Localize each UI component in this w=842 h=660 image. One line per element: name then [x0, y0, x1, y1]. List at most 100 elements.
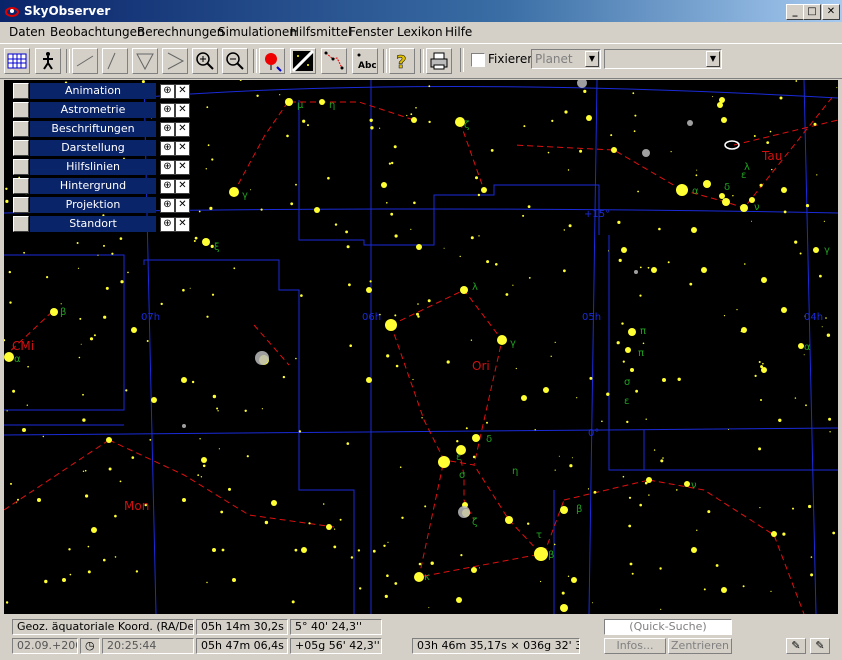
- sky-map[interactable]: CMi Ori Mon Tau 07h 06h 05h 04h +15° 0° μ η ζ γ ξ β α λ γ π…: [4, 80, 838, 614]
- close-icon[interactable]: ✕: [175, 160, 190, 175]
- nebula[interactable]: [642, 149, 650, 157]
- panel-label[interactable]: Projektion: [30, 197, 156, 213]
- pencil-icon[interactable]: [13, 121, 29, 137]
- help-button[interactable]: ?: [389, 48, 415, 74]
- pencil-icon[interactable]: [13, 197, 29, 213]
- star[interactable]: [630, 368, 634, 372]
- star[interactable]: [414, 572, 424, 582]
- star[interactable]: [460, 286, 468, 294]
- star[interactable]: [586, 115, 592, 121]
- panel-label[interactable]: Darstellung: [30, 140, 156, 156]
- sky-button[interactable]: [290, 48, 316, 74]
- close-icon[interactable]: ✕: [175, 198, 190, 213]
- star[interactable]: [781, 187, 787, 193]
- line-tool-button[interactable]: [72, 48, 98, 74]
- star[interactable]: [521, 395, 527, 401]
- star[interactable]: [560, 506, 568, 514]
- star[interactable]: [691, 227, 697, 233]
- star[interactable]: [4, 352, 14, 362]
- star[interactable]: [131, 327, 137, 333]
- center-button[interactable]: Zentrieren: [668, 638, 732, 654]
- panel-expand-icon[interactable]: ⊕: [160, 122, 175, 137]
- star[interactable]: [761, 277, 767, 283]
- star[interactable]: [416, 244, 422, 250]
- nebula[interactable]: [634, 270, 638, 274]
- triangle-down-tool-button[interactable]: [132, 48, 158, 74]
- star[interactable]: [50, 308, 58, 316]
- panel-label[interactable]: Hintergrund: [30, 178, 156, 194]
- panel-animation[interactable]: Animation ⊕ ✕: [13, 83, 190, 99]
- pencil-icon[interactable]: [13, 83, 29, 99]
- edit-pencil-icon[interactable]: ✎: [810, 638, 830, 654]
- nebula[interactable]: [458, 506, 470, 518]
- panel-expand-icon[interactable]: ⊕: [160, 160, 175, 175]
- close-button[interactable]: ✕: [822, 4, 840, 20]
- maximize-button[interactable]: □: [803, 4, 821, 20]
- menu-hilfe[interactable]: Hilfe: [445, 25, 472, 39]
- chevron-down-icon[interactable]: ▼: [706, 51, 720, 67]
- zoom-out-button[interactable]: [222, 48, 248, 74]
- chevron-down-icon[interactable]: ▼: [585, 51, 599, 67]
- star[interactable]: [106, 437, 112, 443]
- star[interactable]: [471, 567, 477, 573]
- infos-button[interactable]: Infos...: [604, 638, 666, 654]
- close-icon[interactable]: ✕: [175, 84, 190, 99]
- observer-button[interactable]: [35, 48, 61, 74]
- star[interactable]: [722, 198, 730, 206]
- close-icon[interactable]: ✕: [175, 103, 190, 118]
- close-icon[interactable]: ✕: [175, 122, 190, 137]
- star[interactable]: [481, 187, 487, 193]
- star[interactable]: [628, 328, 636, 336]
- star[interactable]: [560, 604, 568, 612]
- print-button[interactable]: [426, 48, 452, 74]
- panel-beschriftungen[interactable]: Beschriftungen ⊕ ✕: [13, 121, 190, 137]
- star[interactable]: [456, 597, 462, 603]
- star[interactable]: [202, 238, 210, 246]
- star[interactable]: [151, 397, 157, 403]
- panel-expand-icon[interactable]: ⊕: [160, 198, 175, 213]
- star[interactable]: [62, 578, 66, 582]
- star[interactable]: [366, 287, 372, 293]
- label-button[interactable]: Abc: [352, 48, 378, 74]
- star[interactable]: [22, 428, 26, 432]
- star[interactable]: [701, 267, 707, 273]
- star[interactable]: [625, 347, 631, 353]
- star[interactable]: [662, 378, 666, 382]
- star[interactable]: [285, 98, 293, 106]
- star[interactable]: [271, 500, 277, 506]
- star[interactable]: [91, 527, 97, 533]
- star[interactable]: [381, 182, 387, 188]
- eye-icon[interactable]: [724, 140, 740, 150]
- star[interactable]: [691, 547, 697, 553]
- clock-icon[interactable]: ◷: [80, 638, 100, 654]
- fix-object-select[interactable]: ▼: [604, 49, 722, 69]
- star[interactable]: [319, 99, 325, 105]
- star[interactable]: [301, 547, 307, 553]
- star[interactable]: [719, 97, 725, 103]
- nebula[interactable]: [255, 351, 269, 365]
- star[interactable]: [181, 377, 187, 383]
- panel-projektion[interactable]: Projektion ⊕ ✕: [13, 197, 190, 213]
- star[interactable]: [813, 247, 819, 253]
- star[interactable]: [721, 587, 727, 593]
- fix-type-select[interactable]: Planet ▼: [531, 49, 601, 69]
- star[interactable]: [385, 319, 397, 331]
- menu-fenster[interactable]: Fenster: [349, 25, 394, 39]
- panel-expand-icon[interactable]: ⊕: [160, 103, 175, 118]
- menu-berechnungen[interactable]: Berechnungen: [137, 25, 224, 39]
- star[interactable]: [676, 184, 688, 196]
- star[interactable]: [497, 335, 507, 345]
- planet-button[interactable]: [259, 48, 285, 74]
- edit-pencil-icon[interactable]: ✎: [786, 638, 806, 654]
- panel-hilfslinien[interactable]: Hilfslinien ⊕ ✕: [13, 159, 190, 175]
- time-field[interactable]: 20:25:44: [102, 638, 194, 654]
- star[interactable]: [472, 434, 480, 442]
- star[interactable]: [741, 327, 747, 333]
- star[interactable]: [326, 524, 332, 530]
- panel-darstellung[interactable]: Darstellung ⊕ ✕: [13, 140, 190, 156]
- menu-hilfsmittel[interactable]: Hilfsmittel: [290, 25, 351, 39]
- star[interactable]: [411, 117, 417, 123]
- panel-hintergrund[interactable]: Hintergrund ⊕ ✕: [13, 178, 190, 194]
- nebula[interactable]: [577, 80, 587, 88]
- star[interactable]: [571, 577, 577, 583]
